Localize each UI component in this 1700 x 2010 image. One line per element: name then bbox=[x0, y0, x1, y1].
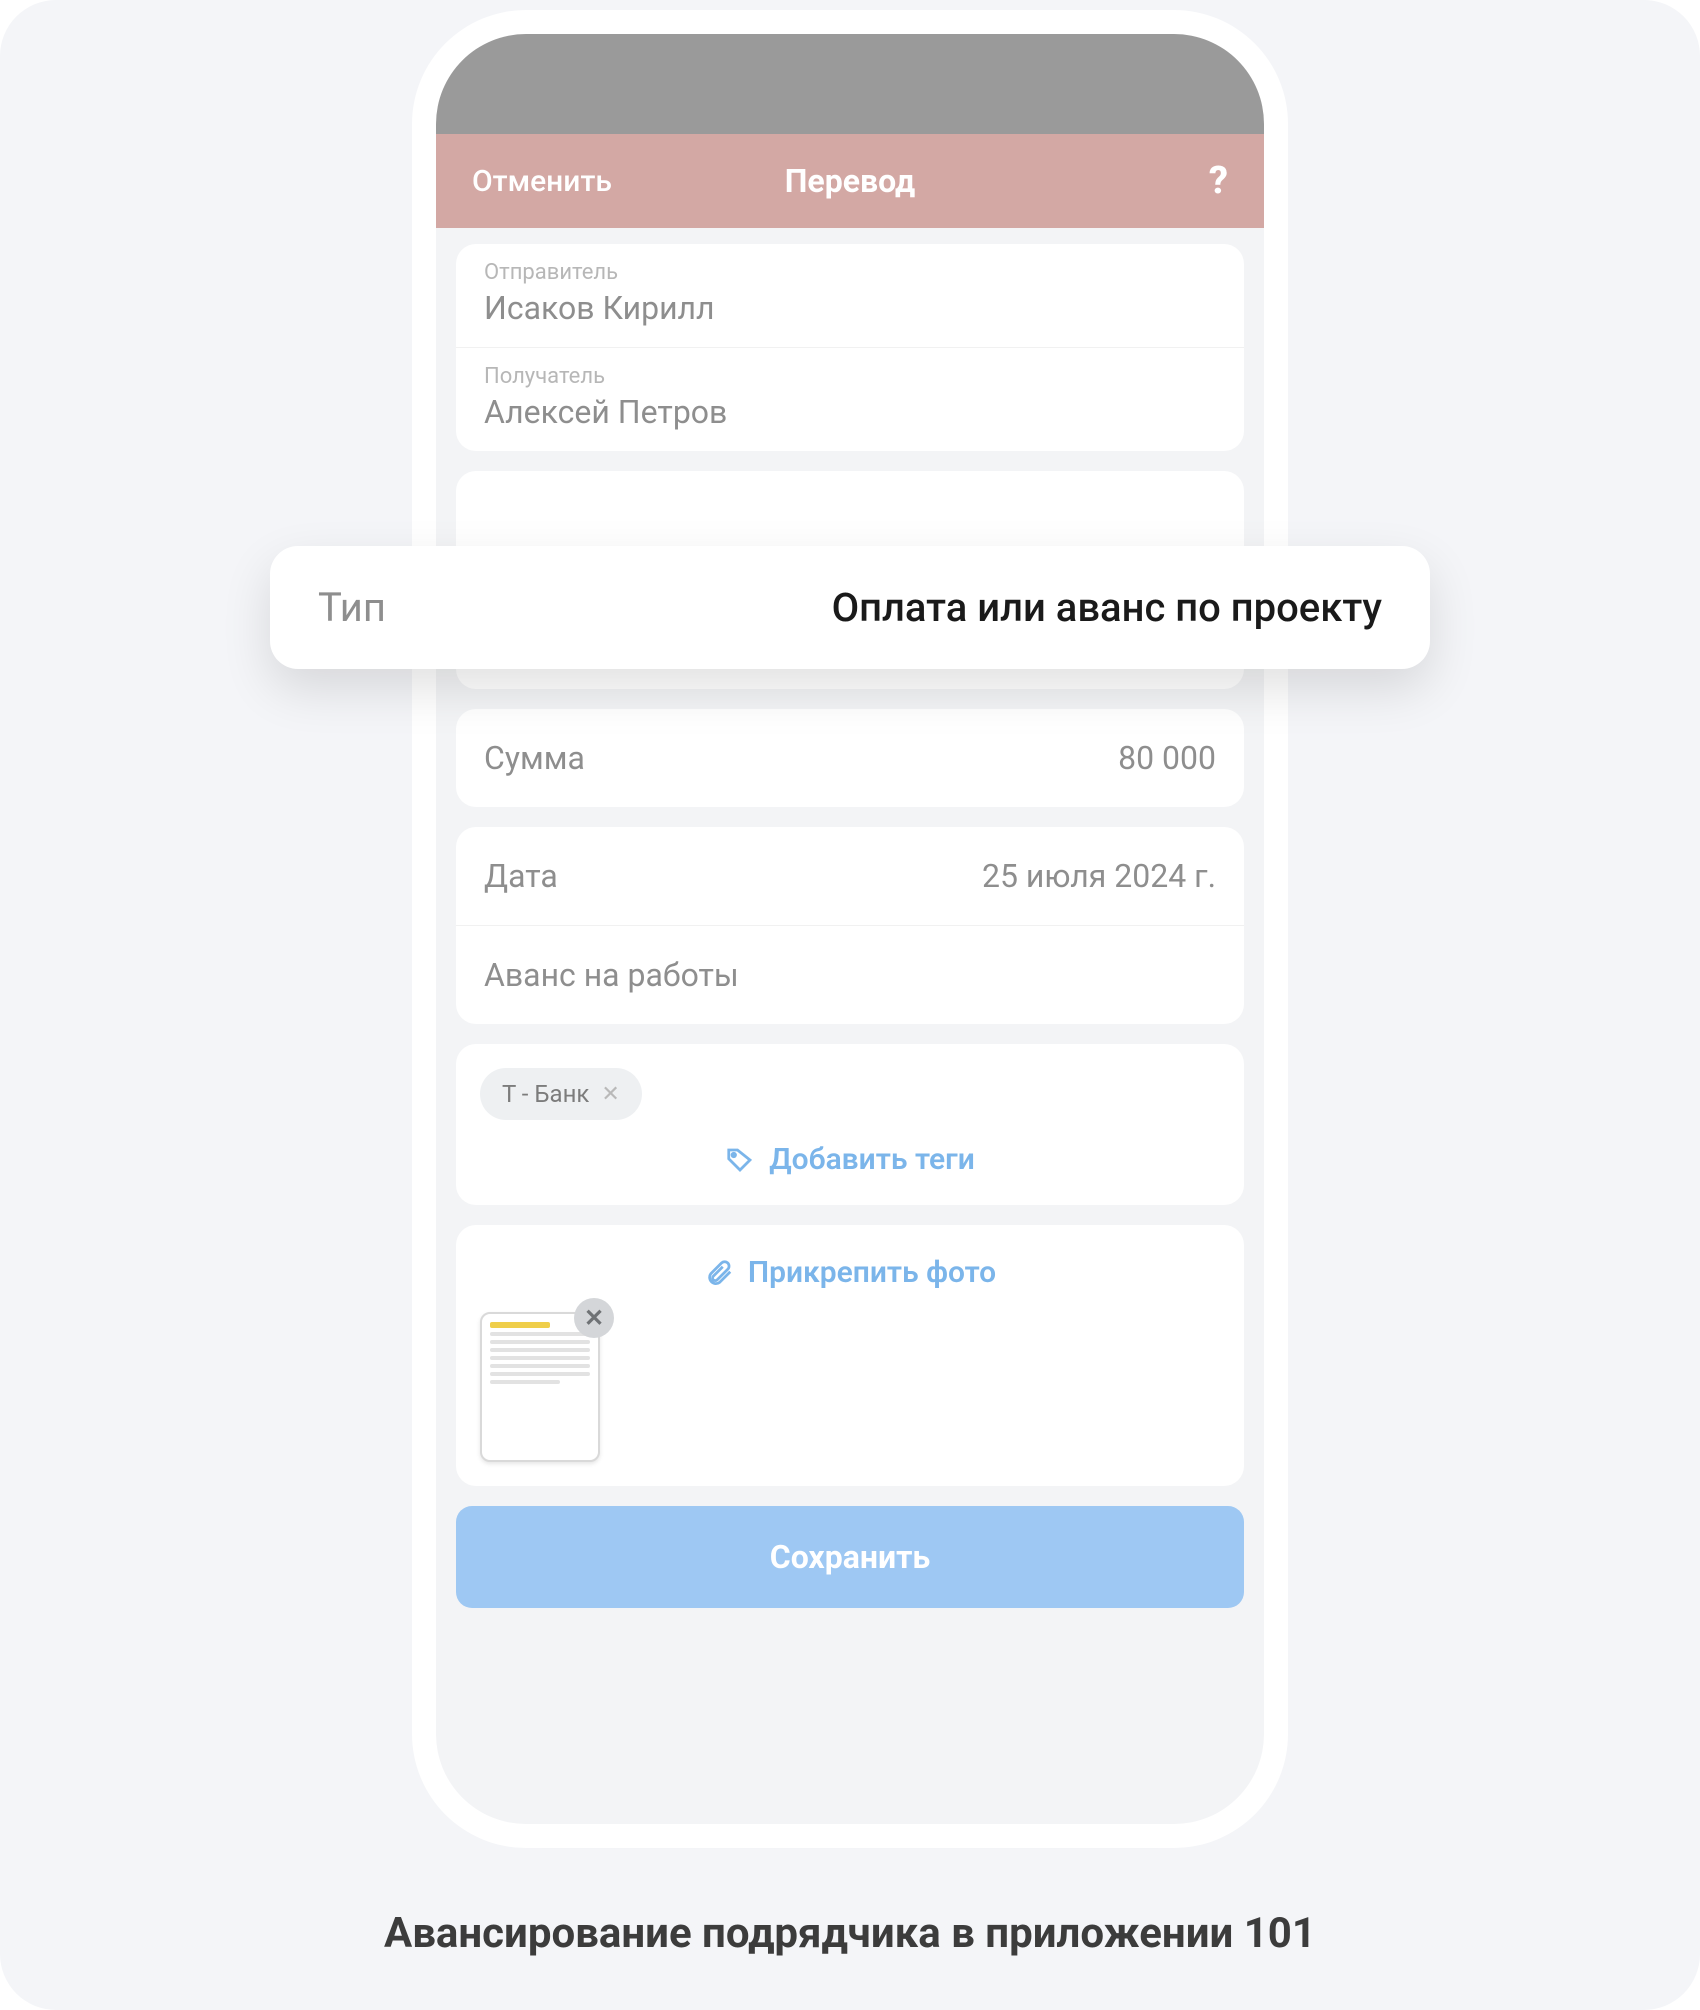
note-value: Аванс на работы bbox=[484, 956, 739, 994]
caption: Авансирование подрядчика в приложении 10… bbox=[0, 1909, 1700, 1958]
tag-remove-icon[interactable]: ✕ bbox=[601, 1082, 619, 1107]
attach-card: Прикрепить фото ✕ bbox=[456, 1225, 1244, 1486]
tag-icon bbox=[725, 1145, 755, 1175]
remove-attachment-icon[interactable]: ✕ bbox=[574, 1298, 614, 1338]
attach-photo-label: Прикрепить фото bbox=[748, 1255, 996, 1290]
cancel-button[interactable]: Отменить bbox=[472, 164, 612, 199]
amount-field[interactable]: Сумма 80 000 bbox=[456, 709, 1244, 807]
parties-card: Отправитель Исаков Кирилл Получатель Але… bbox=[456, 244, 1244, 451]
type-value: Оплата или аванс по проекту bbox=[832, 584, 1382, 631]
sender-value: Исаков Кирилл bbox=[484, 289, 1216, 327]
add-tags-label: Добавить теги bbox=[769, 1142, 975, 1177]
tag-chip-label: Т - Банк bbox=[502, 1080, 589, 1108]
amount-value: 80 000 bbox=[1118, 739, 1216, 777]
type-label: Тип bbox=[318, 584, 386, 631]
recipient-field[interactable]: Получатель Алексей Петров bbox=[456, 348, 1244, 451]
status-bar bbox=[436, 34, 1264, 134]
tags-card: Т - Банк ✕ Добавить теги bbox=[456, 1044, 1244, 1205]
date-note-card: Дата 25 июля 2024 г. Аванс на работы bbox=[456, 827, 1244, 1024]
recipient-value: Алексей Петров bbox=[484, 393, 1216, 431]
navbar-title: Перевод bbox=[785, 162, 915, 200]
tag-chip[interactable]: Т - Банк ✕ bbox=[480, 1068, 642, 1120]
date-field[interactable]: Дата 25 июля 2024 г. bbox=[456, 827, 1244, 926]
form-content: Отправитель Исаков Кирилл Получатель Але… bbox=[436, 228, 1264, 1824]
add-tags-button[interactable]: Добавить теги bbox=[480, 1142, 1220, 1177]
paperclip-icon bbox=[704, 1258, 734, 1288]
type-popover[interactable]: Тип Оплата или аванс по проекту bbox=[270, 546, 1430, 669]
outer-card: Отменить Перевод ? Отправитель Исаков Ки… bbox=[0, 0, 1700, 2010]
sender-field[interactable]: Отправитель Исаков Кирилл bbox=[456, 244, 1244, 348]
save-button[interactable]: Сохранить bbox=[456, 1506, 1244, 1608]
date-label: Дата bbox=[484, 857, 558, 895]
note-field[interactable]: Аванс на работы bbox=[456, 926, 1244, 1024]
help-button[interactable]: ? bbox=[1209, 159, 1228, 203]
date-value: 25 июля 2024 г. bbox=[982, 857, 1216, 895]
phone-frame: Отменить Перевод ? Отправитель Исаков Ки… bbox=[436, 34, 1264, 1824]
navbar: Отменить Перевод ? bbox=[436, 134, 1264, 228]
amount-label: Сумма bbox=[484, 739, 585, 777]
sender-label: Отправитель bbox=[484, 260, 1216, 285]
recipient-label: Получатель bbox=[484, 364, 1216, 389]
attachment-thumbnail[interactable]: ✕ bbox=[480, 1312, 600, 1462]
